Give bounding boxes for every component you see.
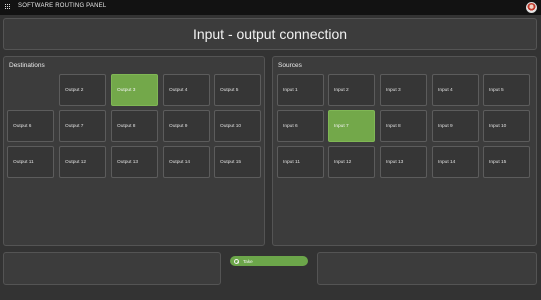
destination-button[interactable]: Output 8: [111, 110, 158, 142]
destination-button[interactable]: Output 15: [214, 146, 261, 178]
destination-button[interactable]: Output 14: [163, 146, 210, 178]
source-button[interactable]: Input 5: [483, 74, 530, 106]
destination-button[interactable]: Output 13: [111, 146, 158, 178]
app-title: SOFTWARE ROUTING PANEL: [18, 3, 107, 9]
source-button[interactable]: Input 3: [380, 74, 427, 106]
title-bar: SOFTWARE ROUTING PANEL: [0, 0, 541, 15]
sources-title: Sources: [278, 62, 302, 69]
source-button[interactable]: Input 11: [277, 146, 324, 178]
destinations-title: Destinations: [9, 62, 45, 69]
source-button[interactable]: Input 10: [483, 110, 530, 142]
take-button-label: Take: [243, 258, 253, 264]
sources-panel: Sources Input 1 Input 2 Input 3 Input 4 …: [272, 56, 537, 246]
source-button[interactable]: Input 14: [432, 146, 479, 178]
header-panel: Input - output connection: [3, 18, 537, 50]
destination-button[interactable]: Output 6: [7, 110, 54, 142]
destination-button[interactable]: Output 5: [214, 74, 261, 106]
source-button[interactable]: Input 9: [432, 110, 479, 142]
destination-button-selected[interactable]: Output 3: [111, 74, 158, 106]
user-avatar[interactable]: [526, 2, 537, 13]
source-button[interactable]: Input 12: [328, 146, 375, 178]
take-icon: [234, 258, 239, 264]
take-button[interactable]: Take: [230, 256, 308, 266]
source-button[interactable]: Input 8: [380, 110, 427, 142]
bottom-left-panel: [3, 252, 221, 285]
source-button-selected[interactable]: Input 7: [328, 110, 375, 142]
destinations-panel: Destinations Output 2 Output 3 Output 4 …: [3, 56, 265, 246]
source-button[interactable]: Input 6: [277, 110, 324, 142]
destination-button[interactable]: Output 10: [214, 110, 261, 142]
source-button[interactable]: Input 4: [432, 74, 479, 106]
source-button[interactable]: Input 15: [483, 146, 530, 178]
destination-button[interactable]: Output 12: [59, 146, 106, 178]
source-button[interactable]: Input 1: [277, 74, 324, 106]
source-button[interactable]: Input 13: [380, 146, 427, 178]
app-menu-icon[interactable]: [5, 4, 11, 10]
page-title: Input - output connection: [192, 26, 348, 42]
source-button[interactable]: Input 2: [328, 74, 375, 106]
destination-button[interactable]: Output 11: [7, 146, 54, 178]
bottom-right-panel: [317, 252, 537, 285]
destination-button[interactable]: Output 9: [163, 110, 210, 142]
destination-button[interactable]: Output 2: [59, 74, 106, 106]
destination-button[interactable]: Output 7: [59, 110, 106, 142]
destination-button[interactable]: Output 4: [163, 74, 210, 106]
